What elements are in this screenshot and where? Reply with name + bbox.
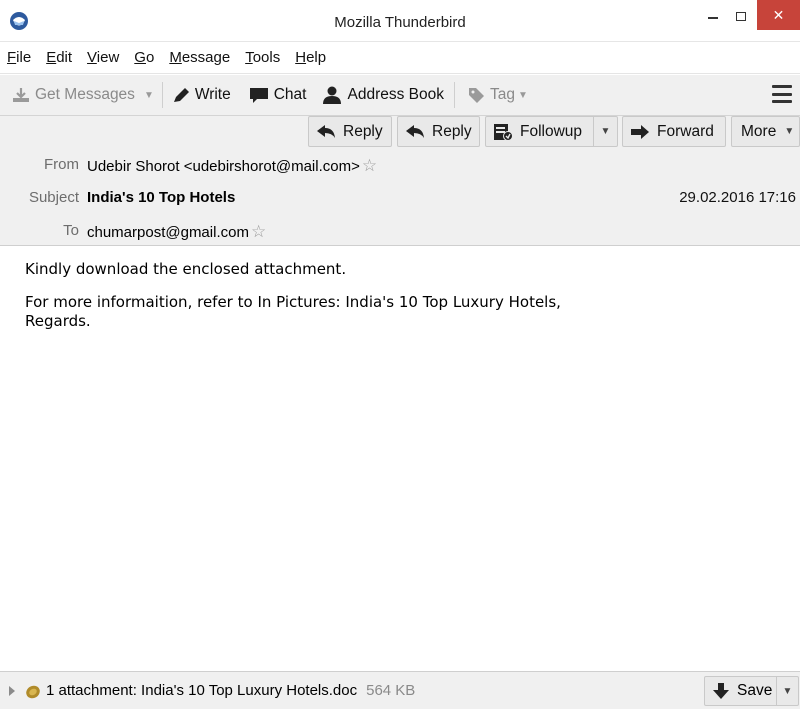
message-header-pane: Reply Reply Followup ▼ Forward More ▼ Fr… bbox=[0, 116, 800, 246]
menu-go[interactable]: Go bbox=[132, 46, 156, 69]
expand-twisty-icon[interactable] bbox=[9, 686, 15, 696]
pencil-icon bbox=[173, 88, 189, 102]
tag-label: Tag bbox=[489, 86, 515, 103]
hamburger-menu-icon[interactable] bbox=[772, 85, 792, 103]
menu-view[interactable]: View bbox=[85, 46, 121, 69]
to-label: To bbox=[63, 222, 79, 239]
get-messages-label: Get Messages bbox=[35, 86, 135, 103]
reply-all-icon bbox=[317, 125, 335, 138]
more-dropdown-icon: ▼ bbox=[784, 126, 795, 137]
followup-label: Followup bbox=[520, 122, 583, 140]
menu-tools[interactable]: Tools bbox=[243, 46, 282, 69]
maximize-button[interactable] bbox=[726, 0, 756, 32]
chat-label: Chat bbox=[273, 86, 307, 103]
tag-dropdown-icon: ▼ bbox=[517, 89, 528, 101]
body-line: Regards. bbox=[25, 312, 91, 330]
forward-label: Forward bbox=[657, 122, 714, 140]
save-label: Save bbox=[737, 682, 773, 699]
save-download-icon bbox=[713, 683, 729, 699]
from-label: From bbox=[44, 156, 79, 173]
to-value[interactable]: chumarpost@gmail.com ☆ bbox=[87, 222, 266, 242]
from-address[interactable]: Udebir Shorot <udebirshorot@mail.com> bbox=[87, 158, 360, 175]
more-label: More bbox=[741, 122, 777, 140]
date-value: 29.02.2016 17:16 bbox=[679, 189, 796, 206]
subject-value: India's 10 Top Hotels bbox=[87, 189, 236, 206]
menu-edit[interactable]: Edit bbox=[44, 46, 74, 69]
followup-dropdown-icon[interactable]: ▼ bbox=[593, 117, 617, 146]
star-icon[interactable]: ☆ bbox=[362, 156, 377, 175]
chat-button[interactable]: Chat bbox=[243, 80, 313, 110]
attachment-size: 564 KB bbox=[366, 682, 416, 699]
followup-icon bbox=[494, 123, 513, 141]
forward-button[interactable]: Forward bbox=[622, 116, 726, 147]
reply-button[interactable]: Reply bbox=[397, 116, 480, 147]
subject-label: Subject bbox=[28, 189, 79, 206]
star-icon[interactable]: ☆ bbox=[251, 222, 266, 241]
toolbar-separator bbox=[453, 82, 455, 108]
attachment-bar: 1 attachment: India's 10 Top Luxury Hote… bbox=[0, 671, 800, 709]
minimize-icon bbox=[708, 17, 718, 19]
tag-icon bbox=[468, 88, 484, 103]
title-bar: Mozilla Thunderbird ✕ bbox=[0, 0, 800, 42]
save-button[interactable]: Save ▼ bbox=[704, 676, 799, 706]
menu-message[interactable]: Message bbox=[167, 46, 232, 69]
minimize-button[interactable] bbox=[700, 0, 726, 32]
body-line: Kindly download the enclosed attachment. bbox=[25, 260, 347, 278]
message-body: Kindly download the enclosed attachment.… bbox=[0, 247, 800, 671]
more-button[interactable]: More ▼ bbox=[731, 116, 800, 147]
paperclip-icon bbox=[26, 685, 40, 698]
address-book-button[interactable]: Address Book bbox=[316, 80, 450, 110]
from-value[interactable]: Udebir Shorot <udebirshorot@mail.com> ☆ bbox=[87, 156, 377, 176]
write-label: Write bbox=[194, 86, 231, 103]
close-button[interactable]: ✕ bbox=[757, 0, 800, 30]
chat-bubble-icon bbox=[249, 87, 268, 103]
followup-button[interactable]: Followup ▼ bbox=[485, 116, 618, 147]
to-address[interactable]: chumarpost@gmail.com bbox=[87, 224, 249, 241]
get-messages-dropdown-icon[interactable]: ▼ bbox=[144, 90, 154, 101]
header-action-bar: Reply Reply Followup ▼ Forward More ▼ bbox=[0, 116, 800, 148]
attachment-summary[interactable]: 1 attachment: India's 10 Top Luxury Hote… bbox=[46, 682, 357, 699]
window-title: Mozilla Thunderbird bbox=[334, 14, 466, 31]
menu-bar: File Edit View Go Message Tools Help bbox=[0, 42, 800, 74]
tag-button[interactable]: Tag ▼ bbox=[462, 80, 534, 110]
reply-label: Reply bbox=[432, 122, 472, 140]
toolbar-separator bbox=[161, 82, 163, 108]
address-book-label: Address Book bbox=[347, 86, 444, 103]
reply-all-button[interactable]: Reply bbox=[308, 116, 392, 147]
menu-file[interactable]: File bbox=[5, 46, 33, 69]
save-dropdown-icon[interactable]: ▼ bbox=[776, 677, 798, 705]
reply-icon bbox=[406, 125, 424, 138]
address-book-icon bbox=[323, 86, 342, 104]
close-icon: ✕ bbox=[772, 6, 785, 23]
maximize-icon bbox=[736, 11, 746, 21]
get-messages-button[interactable]: Get Messages bbox=[6, 80, 141, 110]
body-line: For more informaition, refer to In Pictu… bbox=[25, 293, 561, 311]
get-messages-icon bbox=[13, 88, 29, 102]
forward-icon bbox=[631, 124, 649, 139]
menu-help[interactable]: Help bbox=[293, 46, 328, 69]
main-toolbar: Get Messages ▼ Write Chat Address Book T… bbox=[0, 75, 800, 116]
reply-all-label: Reply bbox=[343, 122, 383, 140]
write-button[interactable]: Write bbox=[166, 80, 237, 110]
